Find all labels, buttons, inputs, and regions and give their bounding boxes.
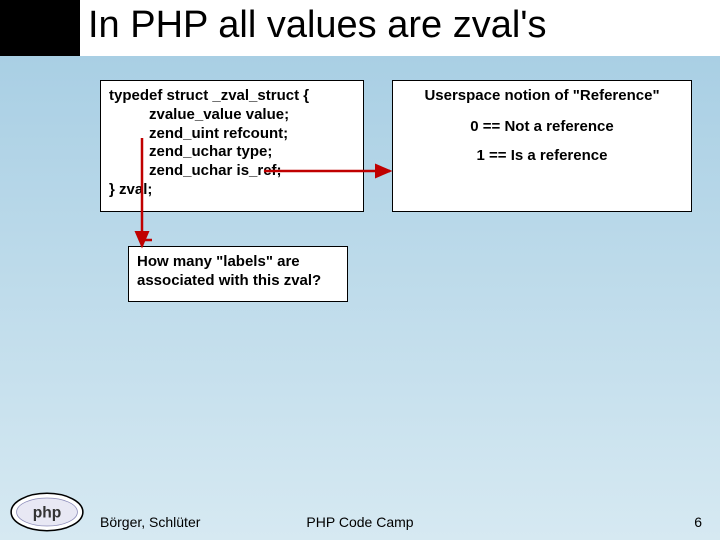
refbox-not-ref: 0 == Not a reference	[401, 118, 683, 137]
slide-title: In PHP all values are zval's	[88, 4, 708, 47]
struct-line-6: } zval;	[109, 181, 355, 200]
labels-box: How many "labels" are associated with th…	[128, 246, 348, 302]
refbox-is-ref: 1 == Is a reference	[401, 147, 683, 166]
labels-line-1: How many "labels" are	[137, 253, 339, 272]
footer: Börger, Schlüter PHP Code Camp 6	[0, 504, 720, 540]
struct-box: typedef struct _zval_struct { zvalue_val…	[100, 80, 364, 212]
slide: In PHP all values are zval's typedef str…	[0, 0, 720, 540]
struct-line-2: zvalue_value value;	[109, 106, 355, 125]
refbox-title: Userspace notion of "Reference"	[401, 87, 683, 106]
footer-center: PHP Code Camp	[0, 514, 720, 530]
struct-line-4: zend_uchar type;	[109, 143, 355, 162]
title-leftbar	[0, 0, 80, 56]
footer-page-number: 6	[694, 514, 702, 530]
struct-line-1: typedef struct _zval_struct {	[109, 87, 355, 106]
reference-box: Userspace notion of "Reference" 0 == Not…	[392, 80, 692, 212]
struct-line-3: zend_uint refcount;	[109, 125, 355, 144]
struct-line-5: zend_uchar is_ref;	[109, 162, 355, 181]
labels-line-2: associated with this zval?	[137, 272, 339, 291]
